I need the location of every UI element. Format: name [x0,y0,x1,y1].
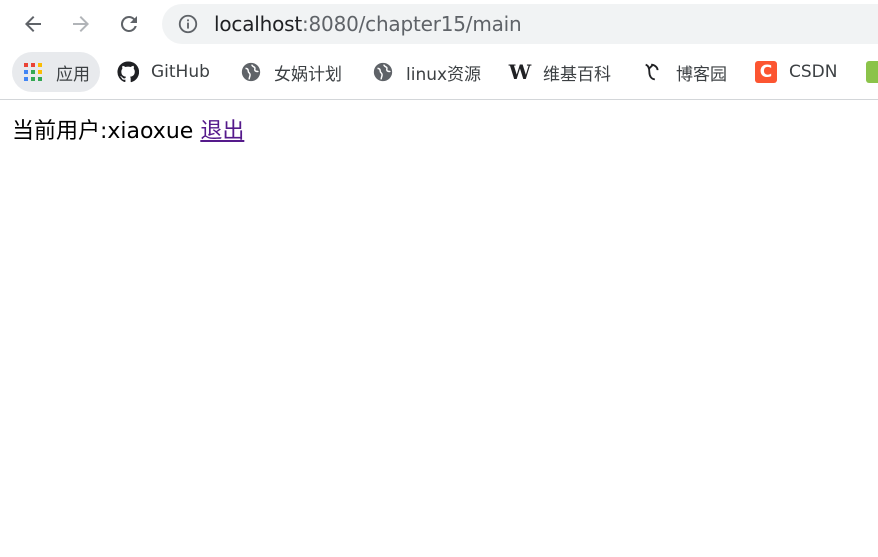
bookmark-overflow[interactable] [866,52,878,92]
bookmark-nuwa[interactable]: 女娲计划 [240,52,342,92]
arrow-right-icon [73,16,89,32]
back-button[interactable] [17,8,49,40]
globe-icon [372,61,394,83]
arrow-left-icon [25,16,41,32]
bookmark-apps[interactable]: 应用 [12,52,100,92]
apps-grid-icon [22,61,44,83]
address-bar[interactable]: localhost:8080/chapter15/main [162,4,878,44]
bookmark-github[interactable]: GitHub [117,52,210,92]
bookmark-cnblogs[interactable]: 博客园 [642,52,727,92]
bookmark-label: 女娲计划 [274,64,342,85]
reload-icon [120,15,137,32]
bookmark-wikipedia[interactable]: W 维基百科 [509,52,611,92]
browser-toolbar: localhost:8080/chapter15/main [0,0,878,48]
logout-link[interactable]: 退出 [200,119,244,144]
info-icon[interactable] [177,13,199,35]
url-host: localhost [214,12,302,36]
reload-button[interactable] [113,8,145,40]
globe-icon [240,61,262,83]
bookmarks-bar: 应用 GitHub 女娲计划 linux资源 W 维基百科 博客园 C CSDN [0,48,878,100]
bookmark-csdn[interactable]: C CSDN [755,52,837,92]
cnblogs-icon [642,61,664,83]
github-icon [117,61,139,83]
bookmark-label: 应用 [56,64,90,85]
url-text[interactable]: localhost:8080/chapter15/main [214,4,522,44]
bookmark-linux[interactable]: linux资源 [372,52,481,92]
forward-button[interactable] [65,8,97,40]
csdn-icon: C [755,61,777,83]
wikipedia-icon: W [508,60,532,84]
bookmark-label: linux资源 [406,64,482,85]
bookmark-label: 博客园 [676,64,727,85]
bookmark-label: CSDN [789,62,838,82]
current-user-text: 当前用户:xiaoxue [12,119,194,144]
green-site-icon [866,61,878,83]
bookmark-label: 维基百科 [543,64,611,85]
url-path: :8080/chapter15/main [301,12,522,36]
page-content: 当前用户:xiaoxue 退出 [12,113,244,145]
bookmark-label: GitHub [151,62,210,82]
